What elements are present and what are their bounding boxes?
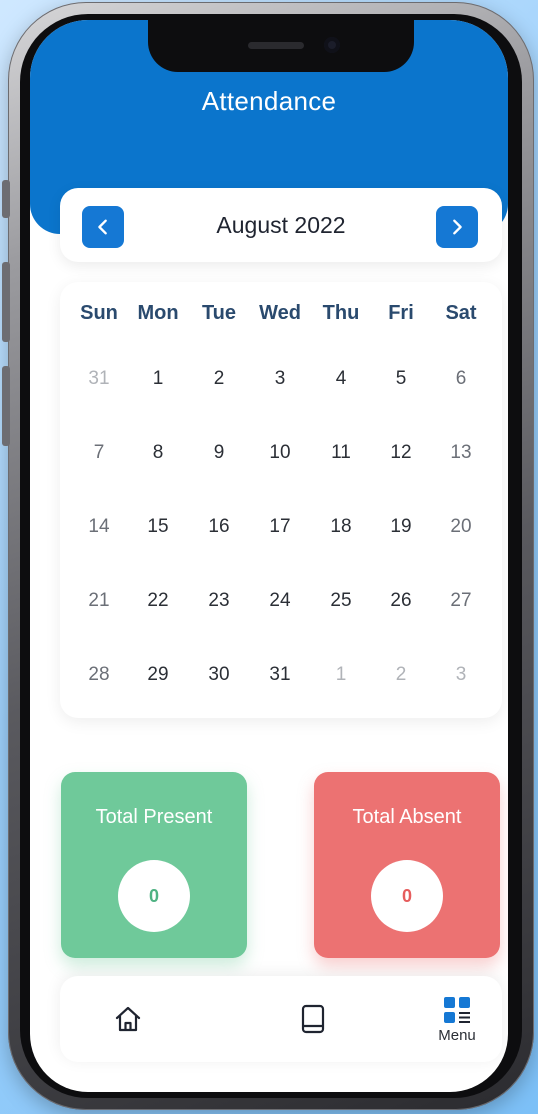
speaker-grille	[248, 42, 304, 49]
calendar-day[interactable]: 20	[431, 516, 491, 538]
calendar-day[interactable]: 3	[250, 368, 310, 390]
calendar-day[interactable]: 2	[189, 368, 249, 390]
calendar-day[interactable]: 21	[69, 590, 129, 612]
weekday-sat: Sat	[445, 302, 477, 324]
total-absent-card[interactable]: Total Absent 0	[314, 772, 500, 958]
total-present-label: Total Present	[95, 806, 213, 828]
calendar-day[interactable]: 22	[128, 590, 188, 612]
calendar-day[interactable]: 17	[250, 516, 310, 538]
chevron-right-icon	[453, 219, 462, 235]
calendar-day[interactable]: 16	[189, 516, 249, 538]
calendar-day[interactable]: 11	[311, 442, 371, 464]
notch	[148, 20, 414, 72]
calendar-day[interactable]: 29	[128, 664, 188, 686]
book-icon	[301, 1004, 325, 1034]
nav-book-button[interactable]	[283, 976, 343, 1062]
calendar-day[interactable]: 24	[250, 590, 310, 612]
calendar-day-outside-month[interactable]: 1	[311, 664, 371, 686]
calendar-day[interactable]: 28	[69, 664, 129, 686]
next-month-button[interactable]	[436, 206, 478, 248]
calendar-day-outside-month[interactable]: 31	[69, 368, 129, 390]
calendar-day[interactable]: 15	[128, 516, 188, 538]
page-title: Attendance	[201, 86, 337, 116]
calendar-day[interactable]: 9	[189, 442, 249, 464]
calendar: Sun Mon Tue Wed Thu Fri Sat 31 1 2 3 4 5 6 7 8 9 10 11 12 1…	[60, 282, 502, 718]
calendar-day[interactable]: 7	[69, 442, 129, 464]
menu-grid-icon	[444, 996, 470, 1023]
calendar-day[interactable]: 26	[371, 590, 431, 612]
calendar-day[interactable]: 1	[128, 368, 188, 390]
total-absent-value: 0	[371, 860, 443, 932]
calendar-day-outside-month[interactable]: 3	[431, 664, 491, 686]
nav-home-button[interactable]	[98, 976, 158, 1062]
weekday-fri: Fri	[388, 302, 414, 324]
calendar-day[interactable]: 4	[311, 368, 371, 390]
nav-menu-button[interactable]: Menu	[420, 976, 494, 1062]
calendar-day[interactable]: 25	[311, 590, 371, 612]
app-screen: Attendance August 2022 Sun Mon Tue Wed Thu Fr…	[30, 20, 508, 1092]
weekday-sun: Sun	[80, 302, 118, 324]
month-selector: August 2022	[60, 188, 502, 262]
calendar-day[interactable]: 23	[189, 590, 249, 612]
home-icon	[115, 1006, 141, 1032]
nav-menu-label: Menu	[438, 1026, 476, 1044]
weekday-wed: Wed	[259, 302, 301, 324]
total-absent-label: Total Absent	[352, 806, 462, 828]
calendar-day[interactable]: 19	[371, 516, 431, 538]
weekday-tue: Tue	[201, 302, 237, 324]
calendar-day[interactable]: 14	[69, 516, 129, 538]
calendar-day[interactable]: 10	[250, 442, 310, 464]
weekday-header: Sun Mon Tue Wed Thu Fri Sat	[60, 302, 502, 332]
mute-switch	[2, 180, 10, 218]
calendar-day[interactable]: 13	[431, 442, 491, 464]
volume-up-button	[2, 262, 10, 342]
calendar-day[interactable]: 30	[189, 664, 249, 686]
volume-down-button	[2, 366, 10, 446]
weekday-thu: Thu	[322, 302, 360, 324]
calendar-day[interactable]: 6	[431, 368, 491, 390]
weekday-mon: Mon	[137, 302, 179, 324]
calendar-day[interactable]: 27	[431, 590, 491, 612]
calendar-day[interactable]: 12	[371, 442, 431, 464]
calendar-day[interactable]: 31	[250, 664, 310, 686]
calendar-day-outside-month[interactable]: 2	[371, 664, 431, 686]
bottom-navigation: Menu	[60, 976, 502, 1062]
calendar-day[interactable]: 18	[311, 516, 371, 538]
total-present-card[interactable]: Total Present 0	[61, 772, 247, 958]
total-present-value: 0	[118, 860, 190, 932]
calendar-day[interactable]: 5	[371, 368, 431, 390]
calendar-day[interactable]: 8	[128, 442, 188, 464]
camera-icon	[324, 37, 340, 53]
